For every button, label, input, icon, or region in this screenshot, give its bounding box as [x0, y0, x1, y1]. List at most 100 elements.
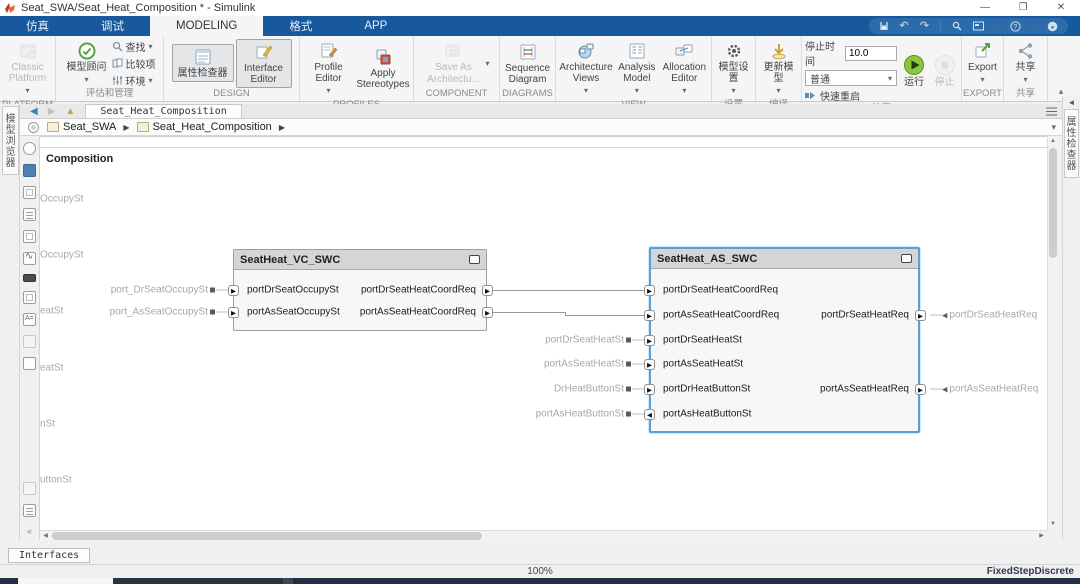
input-port-icon[interactable] [644, 285, 655, 296]
tab-list-icon[interactable] [1040, 104, 1062, 118]
architecture-views-button[interactable]: Architecture Views [559, 38, 613, 99]
model-settings-button[interactable]: 模型设置 [715, 38, 752, 99]
forward-icon[interactable]: ▶ [48, 106, 56, 117]
subsystem-icon[interactable] [23, 230, 36, 243]
environment-button[interactable]: 环境 [112, 73, 156, 88]
search-icon[interactable] [952, 21, 962, 31]
output-port-icon[interactable] [482, 285, 493, 296]
navigate-icon[interactable] [28, 122, 39, 133]
input-port-icon[interactable] [644, 335, 655, 346]
compare-button[interactable]: 比较项 [112, 56, 156, 71]
back-icon[interactable]: ◀ [30, 106, 38, 117]
collapse-ribbon-icon[interactable]: ▴ [1048, 36, 1074, 101]
restore-button[interactable]: ❐ [1004, 0, 1042, 16]
save-as-architecture-button[interactable]: Save As Architectu... [423, 38, 483, 88]
interfaces-panel-tab[interactable]: Interfaces [8, 548, 90, 563]
redo-icon[interactable]: ↷ [920, 19, 929, 33]
analysis-model-button[interactable]: Analysis Model [615, 38, 659, 99]
tab-simulation[interactable]: 仿真 [0, 16, 75, 36]
component-header[interactable]: SeatHeat_AS_SWC [651, 249, 918, 269]
horizontal-scrollbar[interactable]: ◀ ▶ [40, 530, 1047, 541]
zoom-level-icon[interactable] [973, 21, 984, 31]
connector-wire[interactable] [492, 312, 566, 313]
save-as-dropdown-caret-icon[interactable] [485, 57, 489, 69]
fast-restart-toggle[interactable]: 快速重启 [805, 88, 897, 103]
share-button[interactable]: 共享 [1007, 38, 1044, 88]
scroll-up-icon[interactable]: ▲ [1048, 136, 1058, 147]
zoom-dropdown-caret-icon[interactable] [995, 19, 999, 34]
save-icon[interactable] [879, 21, 889, 31]
model-advisor-button[interactable]: 模型顾问 [64, 38, 110, 88]
signal-badge-icon[interactable] [23, 291, 36, 304]
connector-wire[interactable] [492, 290, 644, 291]
output-port-icon[interactable] [915, 384, 926, 395]
camera-icon[interactable] [23, 482, 36, 495]
classic-platform-button[interactable]: Classic Platform [3, 38, 52, 99]
find-button[interactable]: 查找 [112, 39, 156, 54]
minimize-button[interactable]: — [966, 0, 1004, 16]
update-model-button[interactable]: 更新模型 [759, 38, 798, 99]
breadcrumb-dropdown-icon[interactable]: ▾ [1051, 122, 1056, 133]
input-port-icon[interactable] [644, 359, 655, 370]
zoom-fit-icon[interactable] [23, 164, 36, 177]
undo-icon[interactable]: ↶ [900, 19, 909, 33]
close-button[interactable]: ✕ [1042, 0, 1080, 16]
tab-app[interactable]: APP [338, 16, 413, 36]
output-port-icon[interactable] [482, 307, 493, 318]
dark-band-icon[interactable] [23, 274, 36, 282]
allocation-editor-button[interactable]: Allocation Editor [661, 38, 708, 99]
breadcrumb-item-root[interactable]: Seat_SWA [47, 121, 116, 133]
help-dropdown-caret-icon[interactable] [1032, 19, 1036, 34]
stop-time-input[interactable] [845, 46, 897, 61]
profile-editor-button[interactable]: Profile Editor [303, 38, 354, 99]
dropdown-caret-icon [888, 73, 892, 84]
property-inspector-button[interactable]: 属性检查器 [172, 44, 234, 82]
vertical-scrollbar[interactable]: ▲ ▼ [1047, 136, 1058, 530]
help-icon[interactable]: ? [1010, 21, 1021, 32]
model-tab[interactable]: Seat_Heat_Composition [85, 104, 241, 118]
scroll-left-icon[interactable]: ◀ [40, 531, 51, 541]
diagram-canvas[interactable]: Composition OccupySt OccupySt eatSt eatS… [40, 136, 1047, 530]
input-port-icon[interactable] [644, 310, 655, 321]
stamp-icon[interactable] [23, 504, 36, 517]
apply-stereotypes-button[interactable]: Apply Stereotypes [356, 44, 410, 93]
input-port-icon[interactable] [228, 285, 239, 296]
scroll-down-icon[interactable]: ▼ [1048, 519, 1058, 530]
signal-scope-icon[interactable] [23, 252, 36, 265]
collapse-palette-icon[interactable]: « [27, 526, 32, 540]
run-button[interactable]: 运行 [899, 51, 929, 91]
sequence-diagram-button[interactable]: Sequence Diagram [503, 39, 552, 88]
property-inspector-tab[interactable]: 属性检查器 [1064, 109, 1079, 178]
window-icon[interactable] [23, 208, 36, 221]
scroll-right-icon[interactable]: ▶ [1036, 531, 1047, 541]
stop-button[interactable]: 停止 [931, 51, 958, 91]
interface-editor-button[interactable]: Interface Editor [236, 39, 292, 88]
collapse-component-icon[interactable] [469, 255, 480, 264]
horizontal-scroll-thumb[interactable] [52, 532, 482, 540]
component-header[interactable]: SeatHeat_VC_SWC [234, 250, 486, 270]
account-icon[interactable] [1047, 21, 1058, 32]
tab-format[interactable]: 格式 [263, 16, 338, 36]
dock-arrow-icon[interactable]: ◄ [1063, 96, 1080, 109]
connector-wire[interactable] [565, 315, 644, 316]
simulation-mode-select[interactable]: 普通 [805, 70, 897, 86]
solver-name[interactable]: FixedStepDiscrete [987, 566, 1074, 577]
collapse-component-icon[interactable] [901, 254, 912, 263]
vertical-scroll-thumb[interactable] [1049, 148, 1057, 258]
tab-modeling[interactable]: MODELING [150, 16, 263, 36]
stop-time-label: 停止时间 [805, 38, 841, 68]
breadcrumb-item-composition[interactable]: Seat_Heat_Composition [137, 121, 272, 133]
input-port-icon[interactable] [644, 384, 655, 395]
hide-markup-icon[interactable] [23, 142, 36, 155]
output-port-icon[interactable] [915, 310, 926, 321]
tab-debug[interactable]: 调试 [75, 16, 150, 36]
viewport-icon[interactable] [23, 186, 36, 199]
up-to-parent-icon[interactable]: ▲ [65, 106, 75, 117]
export-button[interactable]: Export [965, 38, 1000, 88]
area-icon[interactable] [23, 357, 36, 370]
input-port-icon[interactable] [228, 307, 239, 318]
image-icon[interactable] [23, 335, 36, 348]
annotation-icon[interactable] [23, 313, 36, 326]
output-port-icon[interactable] [644, 409, 655, 420]
model-browser-tab[interactable]: 模型浏览器 [2, 106, 19, 175]
